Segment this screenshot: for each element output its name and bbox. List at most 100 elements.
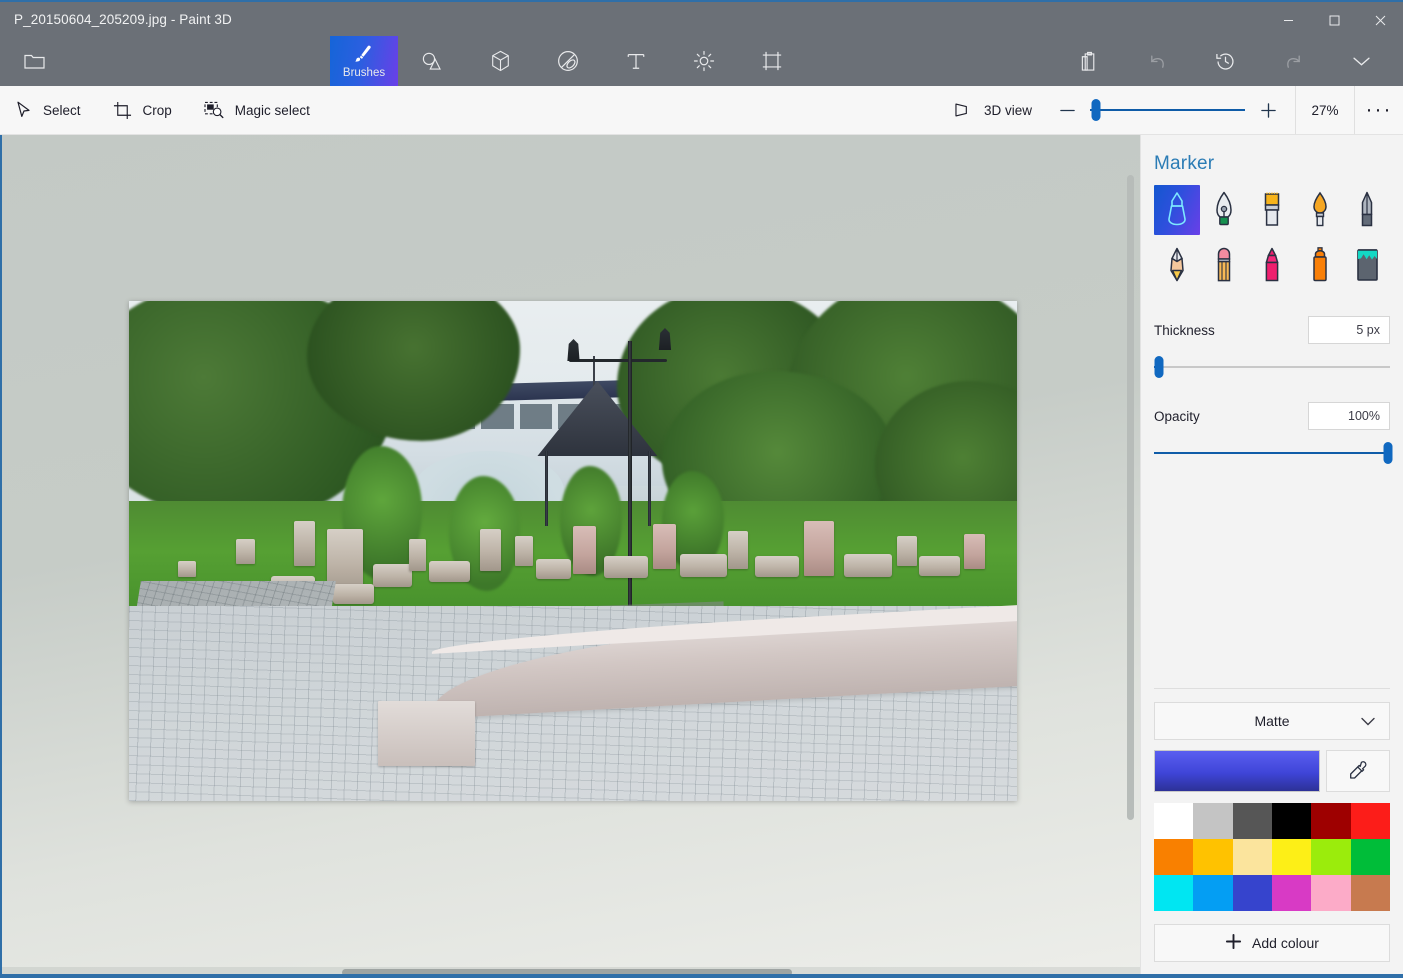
brush-pixel-pen[interactable] bbox=[1344, 185, 1390, 235]
colour-swatches bbox=[1154, 803, 1390, 911]
colour-swatch-lime[interactable] bbox=[1311, 839, 1351, 875]
brush-watercolour[interactable] bbox=[1297, 185, 1343, 235]
tab-brushes[interactable]: Brushes bbox=[330, 36, 398, 86]
paste-button[interactable] bbox=[1055, 36, 1123, 86]
canvas-image[interactable] bbox=[129, 301, 1017, 801]
canvas-vertical-scrollbar[interactable] bbox=[1127, 175, 1134, 820]
eyedropper-button[interactable] bbox=[1326, 750, 1390, 792]
photo-pavilion-leg bbox=[648, 451, 652, 526]
photo-stone bbox=[408, 538, 427, 571]
maximize-button[interactable] bbox=[1311, 2, 1357, 38]
thickness-row: Thickness 5 px bbox=[1154, 316, 1390, 344]
crop-icon bbox=[113, 101, 131, 119]
crop-button[interactable]: Crop bbox=[97, 86, 188, 134]
colour-swatch-cream[interactable] bbox=[1232, 839, 1272, 875]
colour-swatch-green[interactable] bbox=[1350, 839, 1390, 875]
brush-calligraphy-pen[interactable] bbox=[1202, 185, 1248, 235]
toolbar-right-group bbox=[1055, 36, 1403, 86]
tab-3d-shapes[interactable] bbox=[466, 36, 534, 86]
tab-effects[interactable] bbox=[670, 36, 738, 86]
colour-swatch-white[interactable] bbox=[1154, 803, 1194, 839]
opacity-slider-fill bbox=[1154, 452, 1390, 454]
minimize-button[interactable] bbox=[1265, 2, 1311, 38]
opacity-slider[interactable] bbox=[1154, 440, 1393, 466]
thickness-slider-thumb[interactable] bbox=[1154, 356, 1164, 378]
colour-swatch-dark-red[interactable] bbox=[1311, 803, 1351, 839]
colour-row bbox=[1154, 750, 1390, 792]
redo-button[interactable] bbox=[1259, 36, 1327, 86]
thickness-slider-track bbox=[1154, 366, 1390, 368]
photo-stone bbox=[479, 528, 502, 571]
colour-swatch-black[interactable] bbox=[1271, 803, 1312, 839]
colour-swatch-brown[interactable] bbox=[1350, 875, 1390, 911]
close-button[interactable] bbox=[1357, 2, 1403, 38]
photo-pavilion-leg bbox=[544, 451, 548, 526]
colour-swatch-dark-grey[interactable] bbox=[1232, 803, 1272, 839]
colour-swatch-cyan[interactable] bbox=[1154, 875, 1194, 911]
material-dropdown[interactable]: Matte bbox=[1154, 702, 1390, 740]
title-bar: P_20150604_205209.jpg - Paint 3D bbox=[0, 0, 1403, 36]
history-button[interactable] bbox=[1191, 36, 1259, 86]
magic-select-icon bbox=[204, 101, 224, 119]
cursor-icon bbox=[17, 101, 30, 117]
more-options-button[interactable]: ··· bbox=[1355, 86, 1403, 134]
photo-stone bbox=[755, 556, 800, 577]
zoom-in-button[interactable] bbox=[1249, 86, 1287, 134]
select-button[interactable]: Select bbox=[0, 86, 97, 134]
colour-swatch-pink[interactable] bbox=[1311, 875, 1351, 911]
colour-swatch-blue[interactable] bbox=[1193, 875, 1233, 911]
photo-stone bbox=[919, 556, 961, 576]
opacity-slider-thumb[interactable] bbox=[1383, 442, 1393, 464]
tab-2d-shapes[interactable] bbox=[398, 36, 466, 86]
brush-crayon[interactable] bbox=[1249, 240, 1295, 290]
photo-stone bbox=[803, 521, 835, 576]
thickness-value[interactable]: 5 px bbox=[1308, 316, 1390, 344]
add-colour-label: Add colour bbox=[1252, 935, 1319, 951]
chevron-down-icon bbox=[1361, 713, 1375, 729]
opacity-value[interactable]: 100% bbox=[1308, 402, 1390, 430]
colour-swatch-yellow[interactable] bbox=[1271, 839, 1312, 875]
tool-tabs: Brushes bbox=[330, 36, 1055, 86]
canvas-area[interactable] bbox=[0, 135, 1140, 978]
zoom-out-button[interactable] bbox=[1048, 86, 1086, 134]
photo-stone bbox=[373, 563, 413, 587]
menu-button[interactable] bbox=[0, 36, 68, 86]
zoom-slider[interactable] bbox=[1090, 86, 1245, 134]
brush-eraser[interactable] bbox=[1202, 240, 1248, 290]
colour-swatch-amber[interactable] bbox=[1193, 839, 1233, 875]
thickness-slider[interactable] bbox=[1154, 354, 1390, 380]
brush-pencil[interactable] bbox=[1154, 240, 1200, 290]
brush-marker[interactable] bbox=[1154, 185, 1200, 235]
expand-menu-button[interactable] bbox=[1327, 36, 1395, 86]
photo-stone bbox=[679, 553, 728, 577]
subtoolbar-spacer bbox=[326, 86, 938, 134]
undo-button[interactable] bbox=[1123, 36, 1191, 86]
brush-spray-can[interactable] bbox=[1297, 240, 1343, 290]
colour-swatch-magenta[interactable] bbox=[1271, 875, 1312, 911]
photo-stone bbox=[333, 583, 375, 604]
colour-swatch-light-grey[interactable] bbox=[1193, 803, 1233, 839]
colour-swatch-orange[interactable] bbox=[1154, 839, 1194, 875]
colour-swatch-indigo[interactable] bbox=[1232, 875, 1272, 911]
zoom-percentage[interactable]: 27% bbox=[1295, 86, 1355, 134]
brush-oil[interactable] bbox=[1249, 185, 1295, 235]
brush-grid bbox=[1154, 185, 1390, 290]
tab-stickers[interactable] bbox=[534, 36, 602, 86]
add-colour-button[interactable]: Add colour bbox=[1154, 924, 1390, 962]
magic-select-button[interactable]: Magic select bbox=[188, 86, 326, 134]
photo-stone bbox=[515, 536, 534, 566]
sub-toolbar: Select Crop Magic select 3D view 27% ··· bbox=[0, 86, 1403, 135]
3d-view-icon bbox=[955, 103, 967, 117]
zoom-controls: 27% ··· bbox=[1048, 86, 1403, 134]
tab-canvas[interactable] bbox=[738, 36, 806, 86]
zoom-slider-thumb[interactable] bbox=[1091, 99, 1101, 121]
current-colour-swatch[interactable] bbox=[1154, 750, 1320, 792]
workspace: Marker Thickness 5 px Opacity 100% Matte… bbox=[0, 135, 1403, 978]
brush-fill[interactable] bbox=[1344, 240, 1390, 290]
colour-swatch-red[interactable] bbox=[1350, 803, 1390, 839]
tab-text[interactable] bbox=[602, 36, 670, 86]
photo-stone bbox=[728, 531, 748, 569]
3d-view-button[interactable]: 3D view bbox=[938, 86, 1048, 134]
photo-stone bbox=[963, 533, 986, 569]
photo-lamp-arm bbox=[569, 358, 668, 362]
